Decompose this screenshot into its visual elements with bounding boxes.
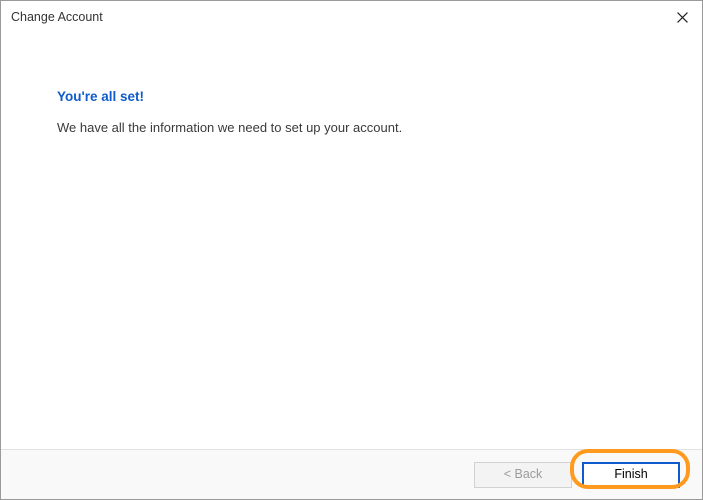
dialog-footer: < Back Finish [1, 449, 702, 499]
success-heading: You're all set! [57, 89, 646, 104]
close-button[interactable] [662, 1, 702, 33]
dialog-content: You're all set! We have all the informat… [1, 33, 702, 449]
titlebar: Change Account [1, 1, 702, 33]
back-button: < Back [474, 462, 572, 488]
change-account-dialog: Change Account You're all set! We have a… [0, 0, 703, 500]
dialog-title: Change Account [11, 10, 103, 24]
finish-button[interactable]: Finish [582, 462, 680, 488]
success-description: We have all the information we need to s… [57, 120, 646, 135]
close-icon [677, 12, 688, 23]
